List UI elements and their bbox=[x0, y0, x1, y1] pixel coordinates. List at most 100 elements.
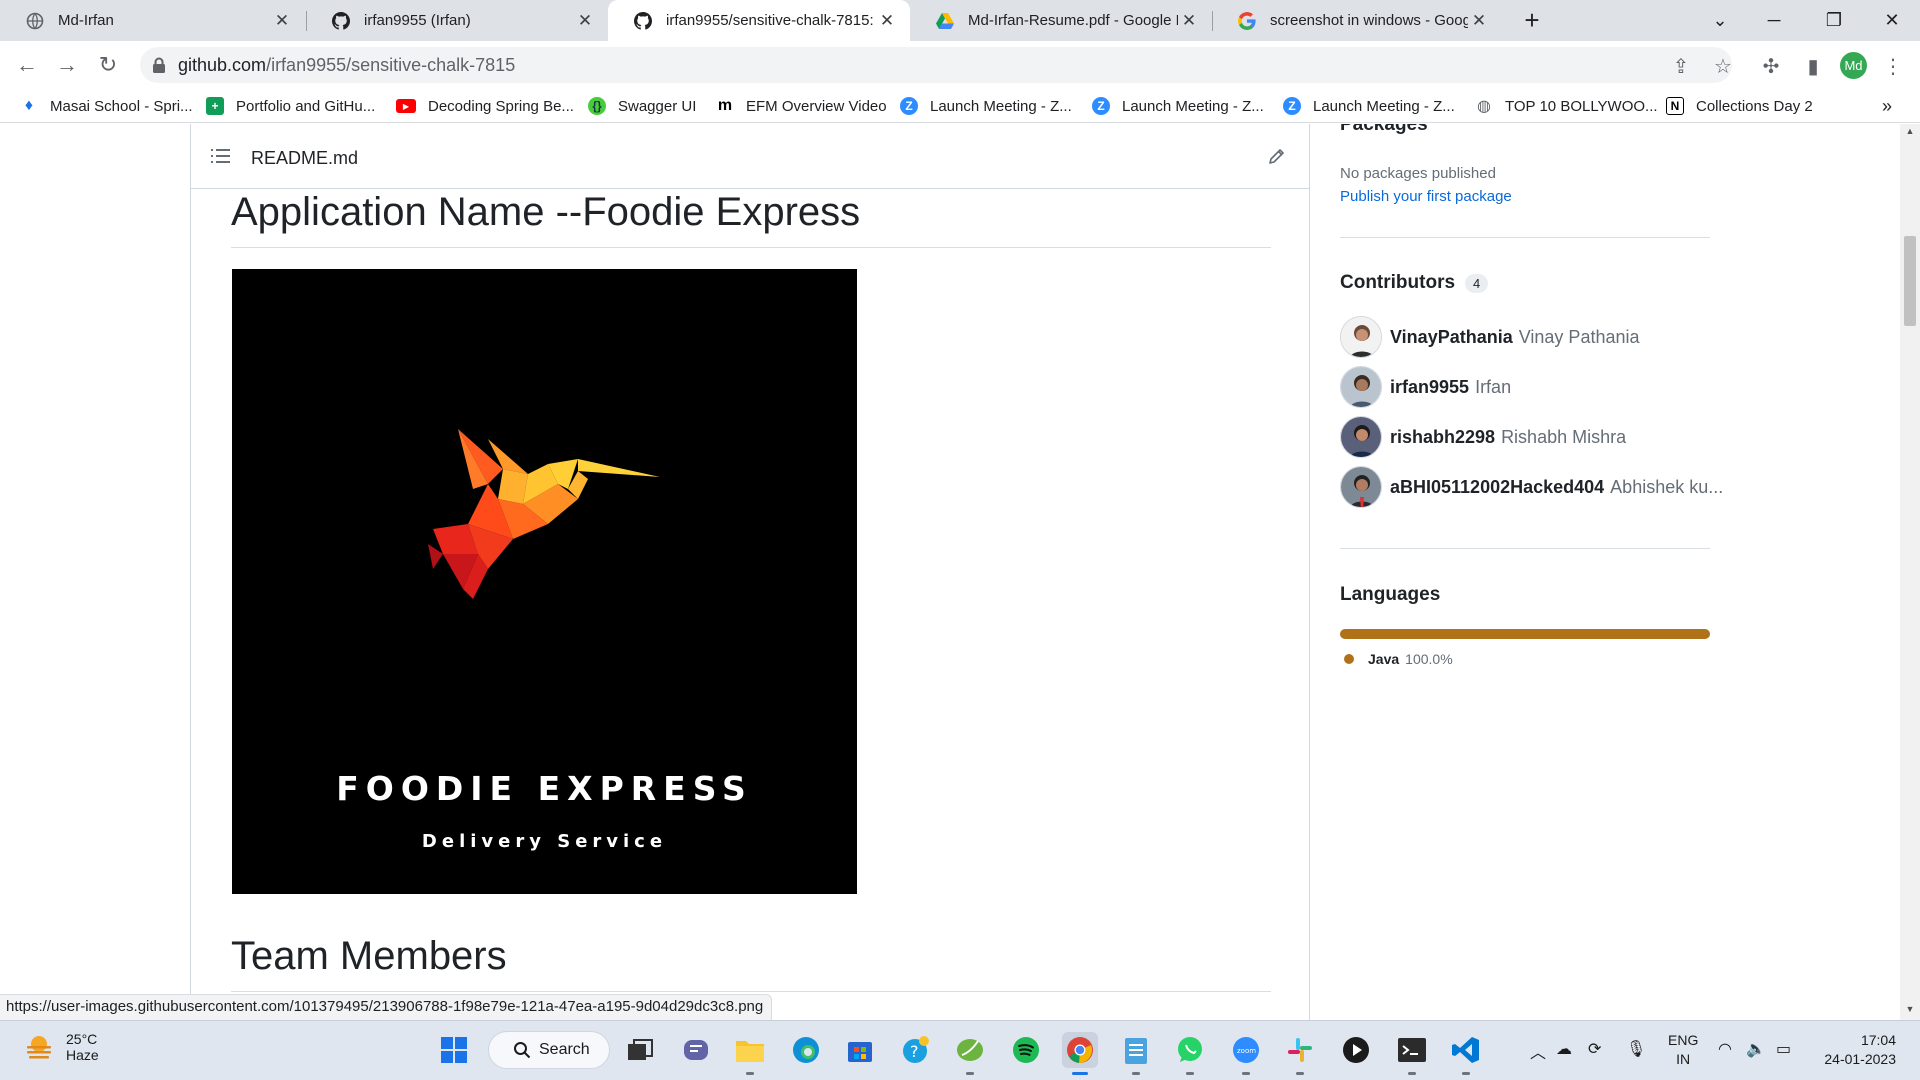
contributor-fullname: Abhishek ku... bbox=[1610, 476, 1724, 497]
running-indicator bbox=[1408, 1072, 1416, 1075]
scroll-down-arrow-icon[interactable]: ▼ bbox=[1900, 1004, 1920, 1018]
chrome-icon[interactable] bbox=[1062, 1032, 1098, 1075]
onedrive-cloud-icon[interactable]: ☁ bbox=[1556, 1039, 1572, 1059]
contributor-login[interactable]: VinayPathania bbox=[1390, 327, 1513, 348]
bookmark-item[interactable]: ◍ TOP 10 BOLLYWOO... bbox=[1475, 95, 1658, 117]
contributors-heading[interactable]: Contributors 4 bbox=[1340, 272, 1489, 294]
microsoft-store-icon[interactable] bbox=[842, 1032, 878, 1068]
close-window-button[interactable]: ✕ bbox=[1864, 0, 1920, 41]
language-item[interactable]: Java 100.0% bbox=[1344, 651, 1453, 667]
scroll-thumb[interactable] bbox=[1904, 236, 1916, 326]
contributor-login[interactable]: irfan9955 bbox=[1390, 377, 1469, 398]
tab-md-irfan[interactable]: Md-Irfan ✕ bbox=[0, 0, 305, 41]
profile-avatar[interactable]: Md bbox=[1840, 52, 1867, 79]
new-tab-button[interactable]: + bbox=[1504, 0, 1560, 41]
taskbar-search[interactable]: Search bbox=[488, 1031, 610, 1069]
weather-widget[interactable]: 25°C Haze bbox=[24, 1031, 99, 1063]
tab-resume-drive[interactable]: Md-Irfan-Resume.pdf - Google D ✕ bbox=[910, 0, 1212, 41]
contributor-row[interactable]: irfan9955 Irfan bbox=[1340, 366, 1511, 408]
close-tab-icon[interactable]: ✕ bbox=[1468, 11, 1490, 31]
tab-search-chevron-icon[interactable]: ⌄ bbox=[1692, 0, 1748, 41]
close-tab-icon[interactable]: ✕ bbox=[574, 11, 596, 31]
volume-icon[interactable]: 🔈 bbox=[1746, 1039, 1766, 1059]
back-arrow-icon[interactable]: ← bbox=[11, 49, 43, 81]
bookmark-star-icon[interactable]: ☆ bbox=[1710, 53, 1736, 79]
bookmark-item[interactable]: Z Launch Meeting - Z... bbox=[900, 95, 1072, 117]
zoom-icon[interactable]: zoom bbox=[1228, 1032, 1264, 1075]
bookmark-item[interactable]: N Collections Day 2 bbox=[1666, 95, 1813, 117]
whatsapp-icon[interactable] bbox=[1172, 1032, 1208, 1075]
contributor-row[interactable]: rishabh2298 Rishabh Mishra bbox=[1340, 416, 1626, 458]
avatar[interactable] bbox=[1340, 416, 1382, 458]
outline-list-icon[interactable] bbox=[211, 148, 231, 164]
foodie-express-logo-image[interactable]: FOODIE EXPRESS Delivery Service bbox=[232, 269, 857, 894]
bookmark-item[interactable]: Z Launch Meeting - Z... bbox=[1283, 95, 1455, 117]
side-panel-icon[interactable]: ▮ bbox=[1800, 53, 1826, 79]
close-tab-icon[interactable]: ✕ bbox=[1178, 11, 1200, 31]
forward-arrow-icon[interactable]: → bbox=[51, 49, 83, 81]
notepad-icon[interactable] bbox=[1118, 1032, 1154, 1075]
tab-title: irfan9955/sensitive-chalk-7815: F bbox=[666, 12, 876, 29]
extensions-puzzle-icon[interactable]: ✣ bbox=[1758, 53, 1784, 79]
notion-icon: N bbox=[1666, 97, 1684, 115]
bookmark-item[interactable]: ▶ Decoding Spring Be... bbox=[396, 95, 574, 117]
contributor-login[interactable]: rishabh2298 bbox=[1390, 427, 1495, 448]
slack-icon[interactable] bbox=[1282, 1032, 1318, 1075]
pencil-edit-icon[interactable] bbox=[1267, 146, 1287, 166]
share-icon[interactable]: ⇪ bbox=[1668, 53, 1694, 79]
zoom-icon: Z bbox=[1092, 97, 1110, 115]
page-scrollbar[interactable]: ▲ ▼ bbox=[1900, 124, 1920, 1020]
show-hidden-icons-chevron-icon[interactable]: ︿ bbox=[1530, 1039, 1546, 1063]
close-tab-icon[interactable]: ✕ bbox=[271, 11, 293, 31]
wifi-icon[interactable]: ◠ bbox=[1718, 1039, 1732, 1059]
bookmark-label: Launch Meeting - Z... bbox=[1122, 97, 1264, 115]
hummingbird-logo-icon bbox=[428, 429, 660, 599]
battery-icon[interactable]: ▭ bbox=[1776, 1039, 1791, 1059]
minimize-button[interactable]: ─ bbox=[1746, 0, 1802, 41]
sync-icon[interactable]: ⟳ bbox=[1588, 1039, 1601, 1059]
file-explorer-icon[interactable] bbox=[732, 1032, 768, 1075]
contributor-login[interactable]: aBHI05112002Hacked404 bbox=[1390, 477, 1604, 498]
chrome-menu-icon[interactable]: ⋮ bbox=[1880, 53, 1906, 79]
tab-google-search[interactable]: screenshot in windows - Google ✕ bbox=[1212, 0, 1502, 41]
tab-title: irfan9955 (Irfan) bbox=[364, 12, 471, 29]
packages-heading[interactable]: Packages bbox=[1340, 124, 1428, 136]
contributor-row[interactable]: VinayPathania Vinay Pathania bbox=[1340, 316, 1640, 358]
bookmark-item[interactable]: ♦ Masai School - Spri... bbox=[20, 95, 193, 117]
avatar[interactable] bbox=[1340, 316, 1382, 358]
reload-icon[interactable]: ↻ bbox=[92, 49, 124, 81]
language-progress-bar bbox=[1340, 629, 1710, 639]
lock-icon[interactable] bbox=[152, 57, 166, 73]
task-view-icon[interactable] bbox=[622, 1032, 658, 1068]
bookmark-item[interactable]: {} Swagger UI bbox=[588, 95, 696, 117]
scroll-up-arrow-icon[interactable]: ▲ bbox=[1900, 126, 1920, 140]
microphone-icon[interactable]: 🎙 bbox=[1626, 1039, 1646, 1059]
readme-filename[interactable]: README.md bbox=[251, 148, 358, 169]
terminal-icon[interactable] bbox=[1394, 1032, 1430, 1075]
avatar[interactable] bbox=[1340, 466, 1382, 508]
bookmarks-overflow-chevron-icon[interactable]: » bbox=[1882, 95, 1892, 117]
bookmark-item[interactable]: Z Launch Meeting - Z... bbox=[1092, 95, 1264, 117]
address-bar[interactable]: github.com/irfan9955/sensitive-chalk-781… bbox=[140, 47, 1732, 83]
publish-package-link[interactable]: Publish your first package bbox=[1340, 188, 1512, 205]
start-button[interactable] bbox=[436, 1032, 472, 1068]
spotify-icon[interactable] bbox=[1008, 1032, 1044, 1068]
tab-irfan-profile[interactable]: irfan9955 (Irfan) ✕ bbox=[306, 0, 608, 41]
edge-browser-icon[interactable] bbox=[788, 1032, 824, 1068]
restore-button[interactable]: ❐ bbox=[1806, 0, 1862, 41]
avatar[interactable] bbox=[1340, 366, 1382, 408]
input-language-indicator[interactable]: ENG IN bbox=[1668, 1031, 1698, 1069]
media-player-icon[interactable] bbox=[1338, 1032, 1374, 1068]
taskbar-clock[interactable]: 17:04 24-01-2023 bbox=[1806, 1031, 1896, 1069]
contributor-avatar-icon bbox=[1341, 467, 1381, 507]
close-tab-icon[interactable]: ✕ bbox=[876, 11, 898, 31]
tab-repo-active[interactable]: irfan9955/sensitive-chalk-7815: F ✕ bbox=[608, 0, 910, 41]
sidebar-divider bbox=[1340, 237, 1710, 238]
spring-tools-icon[interactable] bbox=[952, 1032, 988, 1075]
teams-chat-icon[interactable] bbox=[678, 1032, 714, 1068]
bookmark-item[interactable]: m EFM Overview Video bbox=[716, 95, 887, 117]
vscode-icon[interactable] bbox=[1448, 1032, 1484, 1075]
help-tips-icon[interactable]: ? bbox=[898, 1032, 934, 1068]
contributor-row[interactable]: aBHI05112002Hacked404 Abhishek ku... bbox=[1340, 466, 1723, 508]
bookmark-item[interactable]: + Portfolio and GitHu... bbox=[206, 95, 375, 117]
